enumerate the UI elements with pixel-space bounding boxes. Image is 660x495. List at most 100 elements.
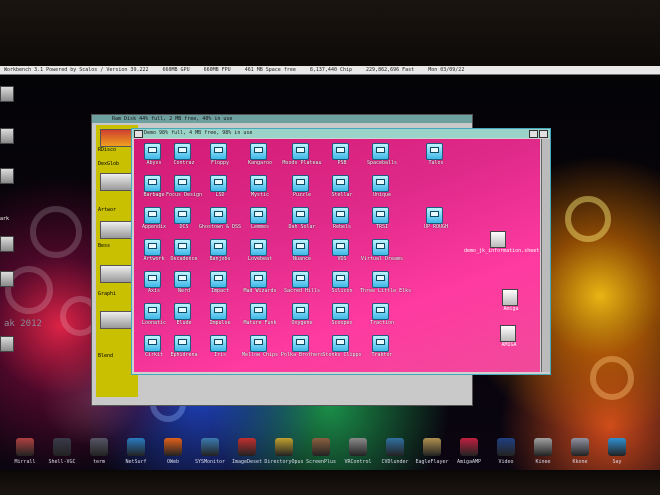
- vertical-scrollbar[interactable]: [541, 139, 550, 372]
- drawer-item[interactable]: Scoopex: [320, 303, 364, 329]
- drawer-label: Stellar: [331, 192, 353, 198]
- drawer-item[interactable]: Rebels: [320, 207, 364, 233]
- drawer-item[interactable]: Spaceballs: [360, 143, 404, 169]
- drawer-item[interactable]: Stonks Clipps: [320, 335, 364, 361]
- depth-gadget-icon[interactable]: [539, 130, 548, 138]
- drawer-item[interactable]: Puzzle: [280, 175, 324, 201]
- window-title[interactable]: Demo 98% full, 4 MB free, 98% in use: [132, 129, 550, 138]
- drawer-item[interactable]: Polka Brothers: [280, 335, 324, 361]
- dock-label: VRControl: [344, 459, 372, 465]
- desktop-disk-icon[interactable]: [0, 336, 14, 352]
- zoom-gadget-icon[interactable]: [529, 130, 538, 138]
- dock-item[interactable]: Shell-VGC: [41, 438, 83, 470]
- desktop-disk-icon[interactable]: [0, 236, 14, 252]
- drawer-item[interactable]: Traction: [360, 303, 404, 329]
- dock-item[interactable]: ScreenPlus: [300, 438, 342, 470]
- dock-item[interactable]: DirectoryOpus: [263, 438, 305, 470]
- drawer-item[interactable]: Unique: [360, 175, 404, 201]
- dock-item[interactable]: term: [78, 438, 120, 470]
- item-label: DexGlob: [98, 161, 120, 167]
- dock-item[interactable]: SYSMonitor: [189, 438, 231, 470]
- window-title[interactable]: Ram Disk 44% full, 2 MB free, 40% in use: [92, 115, 472, 123]
- drawer-item[interactable]: Impact: [198, 271, 242, 297]
- drawer-item[interactable]: Three Little Elks: [360, 271, 411, 297]
- drawer-item[interactable]: Mad Wizards: [238, 271, 282, 297]
- drawer-icon: [372, 143, 389, 160]
- drawer-item[interactable]: Silicon: [320, 271, 364, 297]
- dock-item[interactable]: OWeb: [152, 438, 194, 470]
- drawer-item[interactable]: Sacred Hills: [280, 271, 324, 297]
- drawer-label: Mellow Chips: [241, 352, 279, 358]
- desktop-disk-icon[interactable]: [0, 271, 14, 287]
- drawer-icon: [210, 239, 227, 256]
- dock-item[interactable]: Mirrall: [4, 438, 46, 470]
- desktop-disk-icon[interactable]: [0, 168, 14, 184]
- drawer-icon-area[interactable]: Abyss Contraz Floppy Kangaroo Moods Plateau P…: [134, 139, 540, 372]
- desktop-disk-icon[interactable]: [0, 128, 14, 144]
- drawer-item[interactable]: Impulse: [198, 303, 242, 329]
- drawer-item[interactable]: Mature Funk: [238, 303, 282, 329]
- dock-item[interactable]: CVDlunder: [374, 438, 416, 470]
- drawer-item[interactable]: Mellow Chips: [238, 335, 282, 361]
- drawer-item[interactable]: Talos: [414, 143, 458, 169]
- drawer-item[interactable]: Lemmes: [238, 207, 282, 233]
- drawer-icon: [372, 335, 389, 352]
- drawer-label: Mystic: [250, 192, 270, 198]
- app-icon: [460, 438, 478, 456]
- drawer-icon: [372, 175, 389, 192]
- drawer-item[interactable]: Banjobs: [198, 239, 242, 265]
- drawer-item[interactable]: Ghostown & DSS: [198, 207, 242, 233]
- drawer-item[interactable]: Dah Solar: [280, 207, 324, 233]
- desktop-disk-icon[interactable]: [0, 86, 14, 102]
- dock-label: OWeb: [166, 459, 180, 465]
- dock-label: Video: [498, 459, 514, 465]
- dock-item[interactable]: EagleFlayer: [411, 438, 453, 470]
- window-title-text: Demo 98% full, 4 MB free, 98% in use: [144, 130, 253, 136]
- drawer-item[interactable]: Mystic: [238, 175, 282, 201]
- drawer-item[interactable]: TRSI: [360, 207, 404, 233]
- drawer-item[interactable]: Nuance: [280, 239, 324, 265]
- drawer-item[interactable]: Virtual Dreams: [360, 239, 404, 265]
- demo-drawer-window[interactable]: Demo 98% full, 4 MB free, 98% in use Aby…: [131, 128, 551, 375]
- drawer-item[interactable]: Kangaroo: [238, 143, 282, 169]
- dock-label: ImageDeset: [231, 459, 263, 465]
- drawer-item[interactable]: Moods Plateau: [280, 143, 324, 169]
- dock-item[interactable]: Video: [485, 438, 527, 470]
- dock-item[interactable]: ImageDeset: [226, 438, 268, 470]
- drawer-icon: [372, 207, 389, 224]
- drawer-item[interactable]: VDS: [320, 239, 364, 265]
- close-gadget-icon[interactable]: [134, 130, 143, 138]
- file-icon: [490, 231, 506, 248]
- dock-item[interactable]: Kkone: [559, 438, 601, 470]
- drawer-item[interactable]: LSD: [198, 175, 242, 201]
- dock-item[interactable]: VRControl: [337, 438, 379, 470]
- file-item[interactable]: AMIGA: [484, 325, 532, 353]
- drawer-icon: [250, 335, 267, 352]
- dock-item[interactable]: Say: [596, 438, 638, 470]
- drawer-item[interactable]: PSB: [320, 143, 364, 169]
- drawer-icon: [174, 303, 191, 320]
- drawer-item[interactable]: Oxygene: [280, 303, 324, 329]
- drawer-item[interactable]: Stellar: [320, 175, 364, 201]
- monitor-bezel-top: [0, 0, 660, 66]
- drawer-label: Stonks Clipps: [322, 352, 362, 358]
- drawer-item[interactable]: UP ROUGH: [414, 207, 458, 233]
- dock-bar: Mirrall Shell-VGC term NetSurf OWeb SYSMonito…: [0, 438, 660, 470]
- file-item[interactable]: demo_jk_information.sheet: [464, 231, 539, 259]
- dock-item[interactable]: NetSurf: [115, 438, 157, 470]
- drawer-item[interactable]: Traktor: [360, 335, 404, 361]
- dock-label: term: [92, 459, 106, 465]
- screenbar-space: 461 MB Space free: [244, 67, 296, 73]
- drawer-item[interactable]: Iris: [198, 335, 242, 361]
- app-icon: [349, 438, 367, 456]
- dock-item[interactable]: Kinee: [522, 438, 564, 470]
- drawer-label: Traktor: [371, 352, 393, 358]
- drawer-icon: [332, 175, 349, 192]
- drawer-item[interactable]: Lovebeat: [238, 239, 282, 265]
- drawer-label: Kangaroo: [247, 160, 273, 166]
- drawer-label: Silicon: [331, 288, 353, 294]
- file-item[interactable]: Amiga: [486, 289, 534, 317]
- drawer-item[interactable]: Floppy: [198, 143, 242, 169]
- amiga-desktop[interactable]: Workbench 3.1 Powered by Scalos / Versio…: [0, 66, 660, 470]
- dock-item[interactable]: AmigaAMP: [448, 438, 490, 470]
